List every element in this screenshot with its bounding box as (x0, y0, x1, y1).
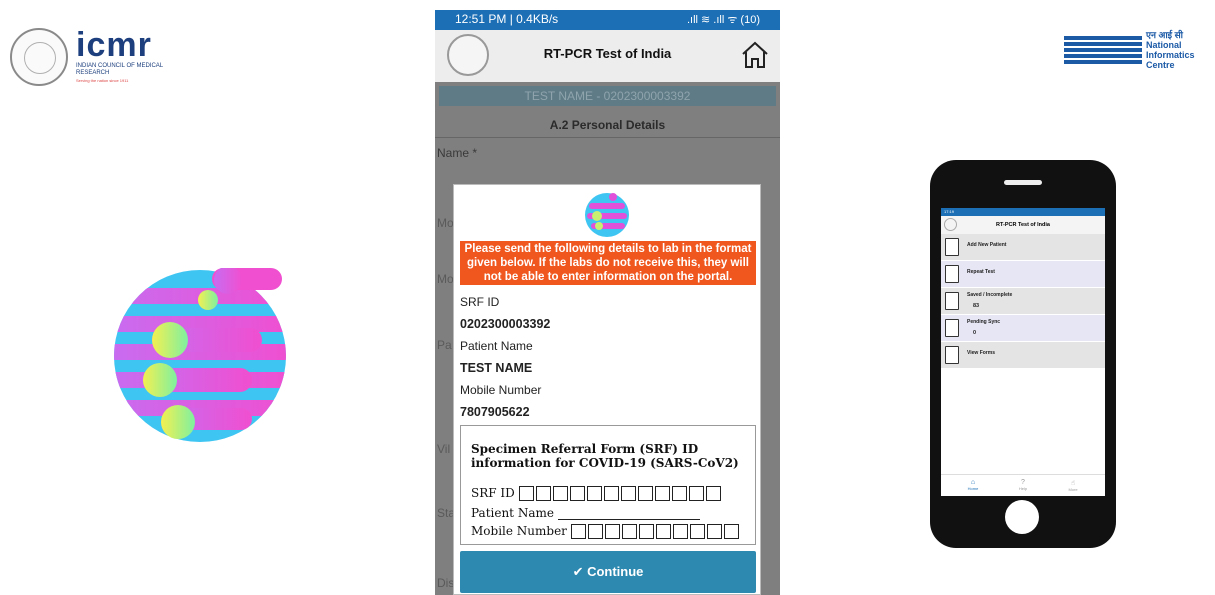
app-logo-icon (114, 268, 286, 442)
status-time: 12:51 PM | 0.4KB/s (455, 12, 559, 26)
section-title: A.2 Personal Details (435, 112, 780, 138)
patient-name-label: Patient Name (460, 339, 533, 353)
nav-more-label: More (1068, 487, 1078, 492)
more-icon: ☝ (1070, 480, 1076, 487)
srf-id-value: 0202300003392 (460, 317, 551, 331)
bg-label-4: Vil (437, 442, 451, 456)
icmr-wordmark: icmr (76, 26, 152, 64)
mobile-number-value: 7807905622 (460, 405, 530, 419)
nic-hindi: एन आई सी (1146, 30, 1184, 40)
menu-view-forms[interactable]: View Forms (941, 342, 1105, 369)
menu-pending-sync[interactable]: Pending Sync 0 (941, 315, 1105, 342)
menu-count: 0 (973, 330, 977, 336)
icmr-tagline: Serving the nation since 1911 (76, 78, 129, 83)
name-label: Name * (437, 146, 478, 160)
nav-home-label: Home (967, 486, 979, 491)
mockup-app-bar: RT-PCR Test of India (941, 216, 1105, 234)
view-forms-icon (945, 346, 959, 364)
mobile-number-label: Mobile Number (460, 383, 542, 397)
menu-label: Repeat Test (967, 269, 995, 275)
add-patient-icon (945, 238, 959, 256)
saved-form-icon (945, 292, 959, 310)
bg-label-6: Dis (437, 576, 455, 590)
help-icon: ? (1021, 479, 1025, 486)
phone-screen: 12:51 PM | 0.4KB/s .ıll ≋ .ıll ᯤ (10) RT… (435, 10, 780, 595)
bg-label-2: Mo (437, 272, 454, 286)
test-name-bar: TEST NAME - 0202300003392 (439, 86, 776, 106)
srf-form-mobile-row: Mobile Number (471, 524, 741, 539)
status-bar: 12:51 PM | 0.4KB/s .ıll ≋ .ıll ᯤ (10) (435, 10, 780, 30)
icmr-subtitle: INDIAN COUNCIL OF MEDICAL RESEARCH (76, 63, 163, 76)
nav-help-label: Help (1018, 486, 1028, 491)
srf-form-patient-row: Patient Name (471, 506, 700, 520)
continue-button[interactable]: ✔ Continue (460, 551, 756, 593)
nic-bars-icon (1064, 36, 1142, 70)
menu-label: View Forms (967, 350, 995, 356)
srf-info-dialog: Please send the following details to lab… (453, 184, 761, 595)
menu-label: Add New Patient (967, 242, 1007, 248)
menu-repeat-test[interactable]: Repeat Test (941, 261, 1105, 288)
srf-form-mobile-label: Mobile Number (471, 524, 567, 538)
nic-line3: Centre (1146, 60, 1175, 70)
phone-mockup: 17:19 RT-PCR Test of India Add New Patie… (930, 160, 1116, 548)
mockup-bottom-nav: ⌂ Home ? Help ☝ More (941, 474, 1105, 496)
nav-help[interactable]: ? Help (1003, 479, 1043, 491)
nic-logo: एन आई सी National Informatics Centre (1064, 28, 1204, 78)
menu-label: Saved / Incomplete (967, 292, 1013, 298)
srf-form-patient-label: Patient Name (471, 506, 554, 520)
nav-home[interactable]: ⌂ Home (953, 479, 993, 491)
menu-label: Pending Sync (967, 319, 1001, 325)
nic-line2: Informatics (1146, 50, 1195, 60)
nic-line1: National (1146, 40, 1182, 50)
bg-label-1: Mo (437, 216, 454, 230)
status-icons: .ıll ≋ .ıll ᯤ (10) (686, 14, 760, 26)
icmr-logo: icmr INDIAN COUNCIL OF MEDICAL RESEARCH … (10, 26, 163, 88)
app-bar: RT-PCR Test of India (435, 30, 780, 82)
app-logo-icon (585, 193, 629, 237)
speaker-grille (1004, 180, 1042, 185)
home-icon[interactable] (740, 40, 770, 70)
srf-form-sample: Specimen Referral Form (SRF) ID informat… (460, 425, 756, 545)
mockup-status-bar: 17:19 (941, 208, 1105, 216)
srf-form-srf-label: SRF ID (471, 486, 515, 500)
srf-form-srf-row: SRF ID (471, 486, 723, 501)
repeat-test-icon (945, 265, 959, 283)
app-title: RT-PCR Test of India (543, 46, 672, 61)
icmr-seal-icon (10, 28, 68, 86)
menu-saved-incomplete[interactable]: Saved / Incomplete 83 (941, 288, 1105, 315)
nic-text: एन आई सी National Informatics Centre (1146, 30, 1195, 70)
home-button (1005, 500, 1039, 534)
srf-form-title: Specimen Referral Form (SRF) ID informat… (471, 442, 739, 470)
pending-sync-icon (945, 319, 959, 337)
mockup-app-title: RT-PCR Test of India (996, 222, 1050, 228)
srf-id-label: SRF ID (460, 295, 500, 309)
video-frame: icmr INDIAN COUNCIL OF MEDICAL RESEARCH … (0, 0, 1215, 595)
nav-more[interactable]: ☝ More (1053, 479, 1093, 492)
menu-add-new-patient[interactable]: Add New Patient (941, 234, 1105, 261)
menu-count: 83 (973, 303, 980, 309)
patient-name-value: TEST NAME (460, 361, 533, 375)
bg-label-3: Pa (437, 338, 452, 352)
home-icon: ⌂ (970, 479, 976, 486)
mockup-screen: 17:19 RT-PCR Test of India Add New Patie… (941, 208, 1105, 496)
warning-banner: Please send the following details to lab… (460, 241, 756, 285)
